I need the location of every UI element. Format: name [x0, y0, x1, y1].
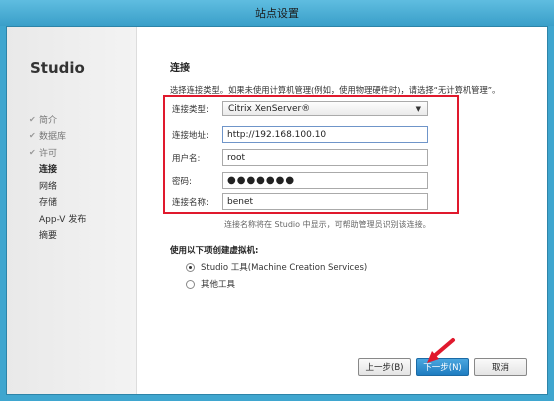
back-button[interactable]: 上一步(B) — [358, 358, 411, 376]
radio-button-selected[interactable] — [186, 262, 195, 272]
step-label: 连接 — [39, 165, 58, 176]
connection-name-row: 连接名称: benet — [172, 193, 428, 210]
wizard-steps: ✔ 简介 ✔ 数据库 ✔ 许可 连接 网络 存储 App-V 发布 摘要 — [29, 111, 86, 243]
username-input[interactable]: root — [222, 149, 428, 166]
username-label: 用户名: — [172, 153, 201, 164]
connection-address-row: 连接地址: http://192.168.100.10 — [172, 126, 428, 143]
radio-mcs-option[interactable]: Studio 工具(Machine Creation Services) — [186, 261, 367, 273]
connection-type-value: Citrix XenServer® — [228, 103, 311, 114]
password-label: 密码: — [172, 176, 192, 187]
step-label: 存储 — [39, 198, 58, 209]
connection-type-row: 连接类型: Citrix XenServer® ▼ — [172, 101, 428, 116]
check-icon: ✔ — [29, 147, 36, 157]
connection-name-input[interactable]: benet — [222, 193, 428, 210]
connection-name-hint: 连接名称将在 Studio 中显示，可帮助管理员识别该连接。 — [224, 220, 431, 229]
connection-type-select[interactable]: Citrix XenServer® ▼ — [222, 101, 428, 116]
connection-address-label: 连接地址: — [172, 130, 209, 141]
sidebar-brand: Studio — [30, 59, 85, 77]
password-row: 密码: ●●●●●●● — [172, 172, 428, 189]
step-label: App-V 发布 — [39, 214, 87, 225]
wizard-content: 连接 选择连接类型。如果未使用计算机管理(例如，使用物理硬件时)，请选择“无计算… — [138, 27, 547, 394]
window-title: 站点设置 — [255, 7, 299, 20]
window-client: Studio ✔ 简介 ✔ 数据库 ✔ 许可 连接 网络 存储 App-V 发布… — [6, 26, 548, 395]
radio-label: 其他工具 — [201, 280, 236, 290]
connection-type-label: 连接类型: — [172, 104, 209, 115]
connection-address-input[interactable]: http://192.168.100.10 — [222, 126, 428, 143]
step-label: 数据库 — [39, 132, 67, 143]
cancel-button[interactable]: 取消 — [474, 358, 527, 376]
radio-label: Studio 工具(Machine Creation Services) — [201, 263, 368, 273]
red-arrow-annotation — [427, 338, 455, 363]
step-label: 许可 — [39, 148, 58, 159]
password-input[interactable]: ●●●●●●● — [222, 172, 428, 189]
chevron-down-icon: ▼ — [415, 104, 421, 113]
section-title: 连接 — [170, 63, 190, 74]
step-storage: 存储 — [29, 194, 86, 211]
step-network: 网络 — [29, 177, 86, 194]
check-icon: ✔ — [29, 131, 36, 141]
step-licensing[interactable]: ✔ 许可 — [29, 144, 86, 161]
step-intro[interactable]: ✔ 简介 — [29, 111, 86, 128]
step-label: 摘要 — [39, 231, 58, 242]
step-label: 简介 — [39, 115, 58, 126]
step-connection: 连接 — [29, 161, 86, 178]
step-appv: App-V 发布 — [29, 210, 86, 227]
username-row: 用户名: root — [172, 149, 428, 166]
radio-button[interactable] — [186, 279, 195, 289]
window: 站点设置 Studio ✔ 简介 ✔ 数据库 ✔ 许可 连接 网络 存储 App… — [0, 0, 554, 401]
wizard-sidebar: Studio ✔ 简介 ✔ 数据库 ✔ 许可 连接 网络 存储 App-V 发布… — [7, 27, 137, 394]
step-summary: 摘要 — [29, 227, 86, 244]
step-label: 网络 — [39, 181, 58, 192]
connection-name-label: 连接名称: — [172, 197, 209, 208]
title-bar: 站点设置 — [0, 0, 554, 26]
step-database[interactable]: ✔ 数据库 — [29, 128, 86, 145]
vm-creation-title: 使用以下项创建虚拟机: — [170, 246, 259, 256]
check-icon: ✔ — [29, 114, 36, 124]
radio-other-tools-option[interactable]: 其他工具 — [186, 278, 235, 290]
